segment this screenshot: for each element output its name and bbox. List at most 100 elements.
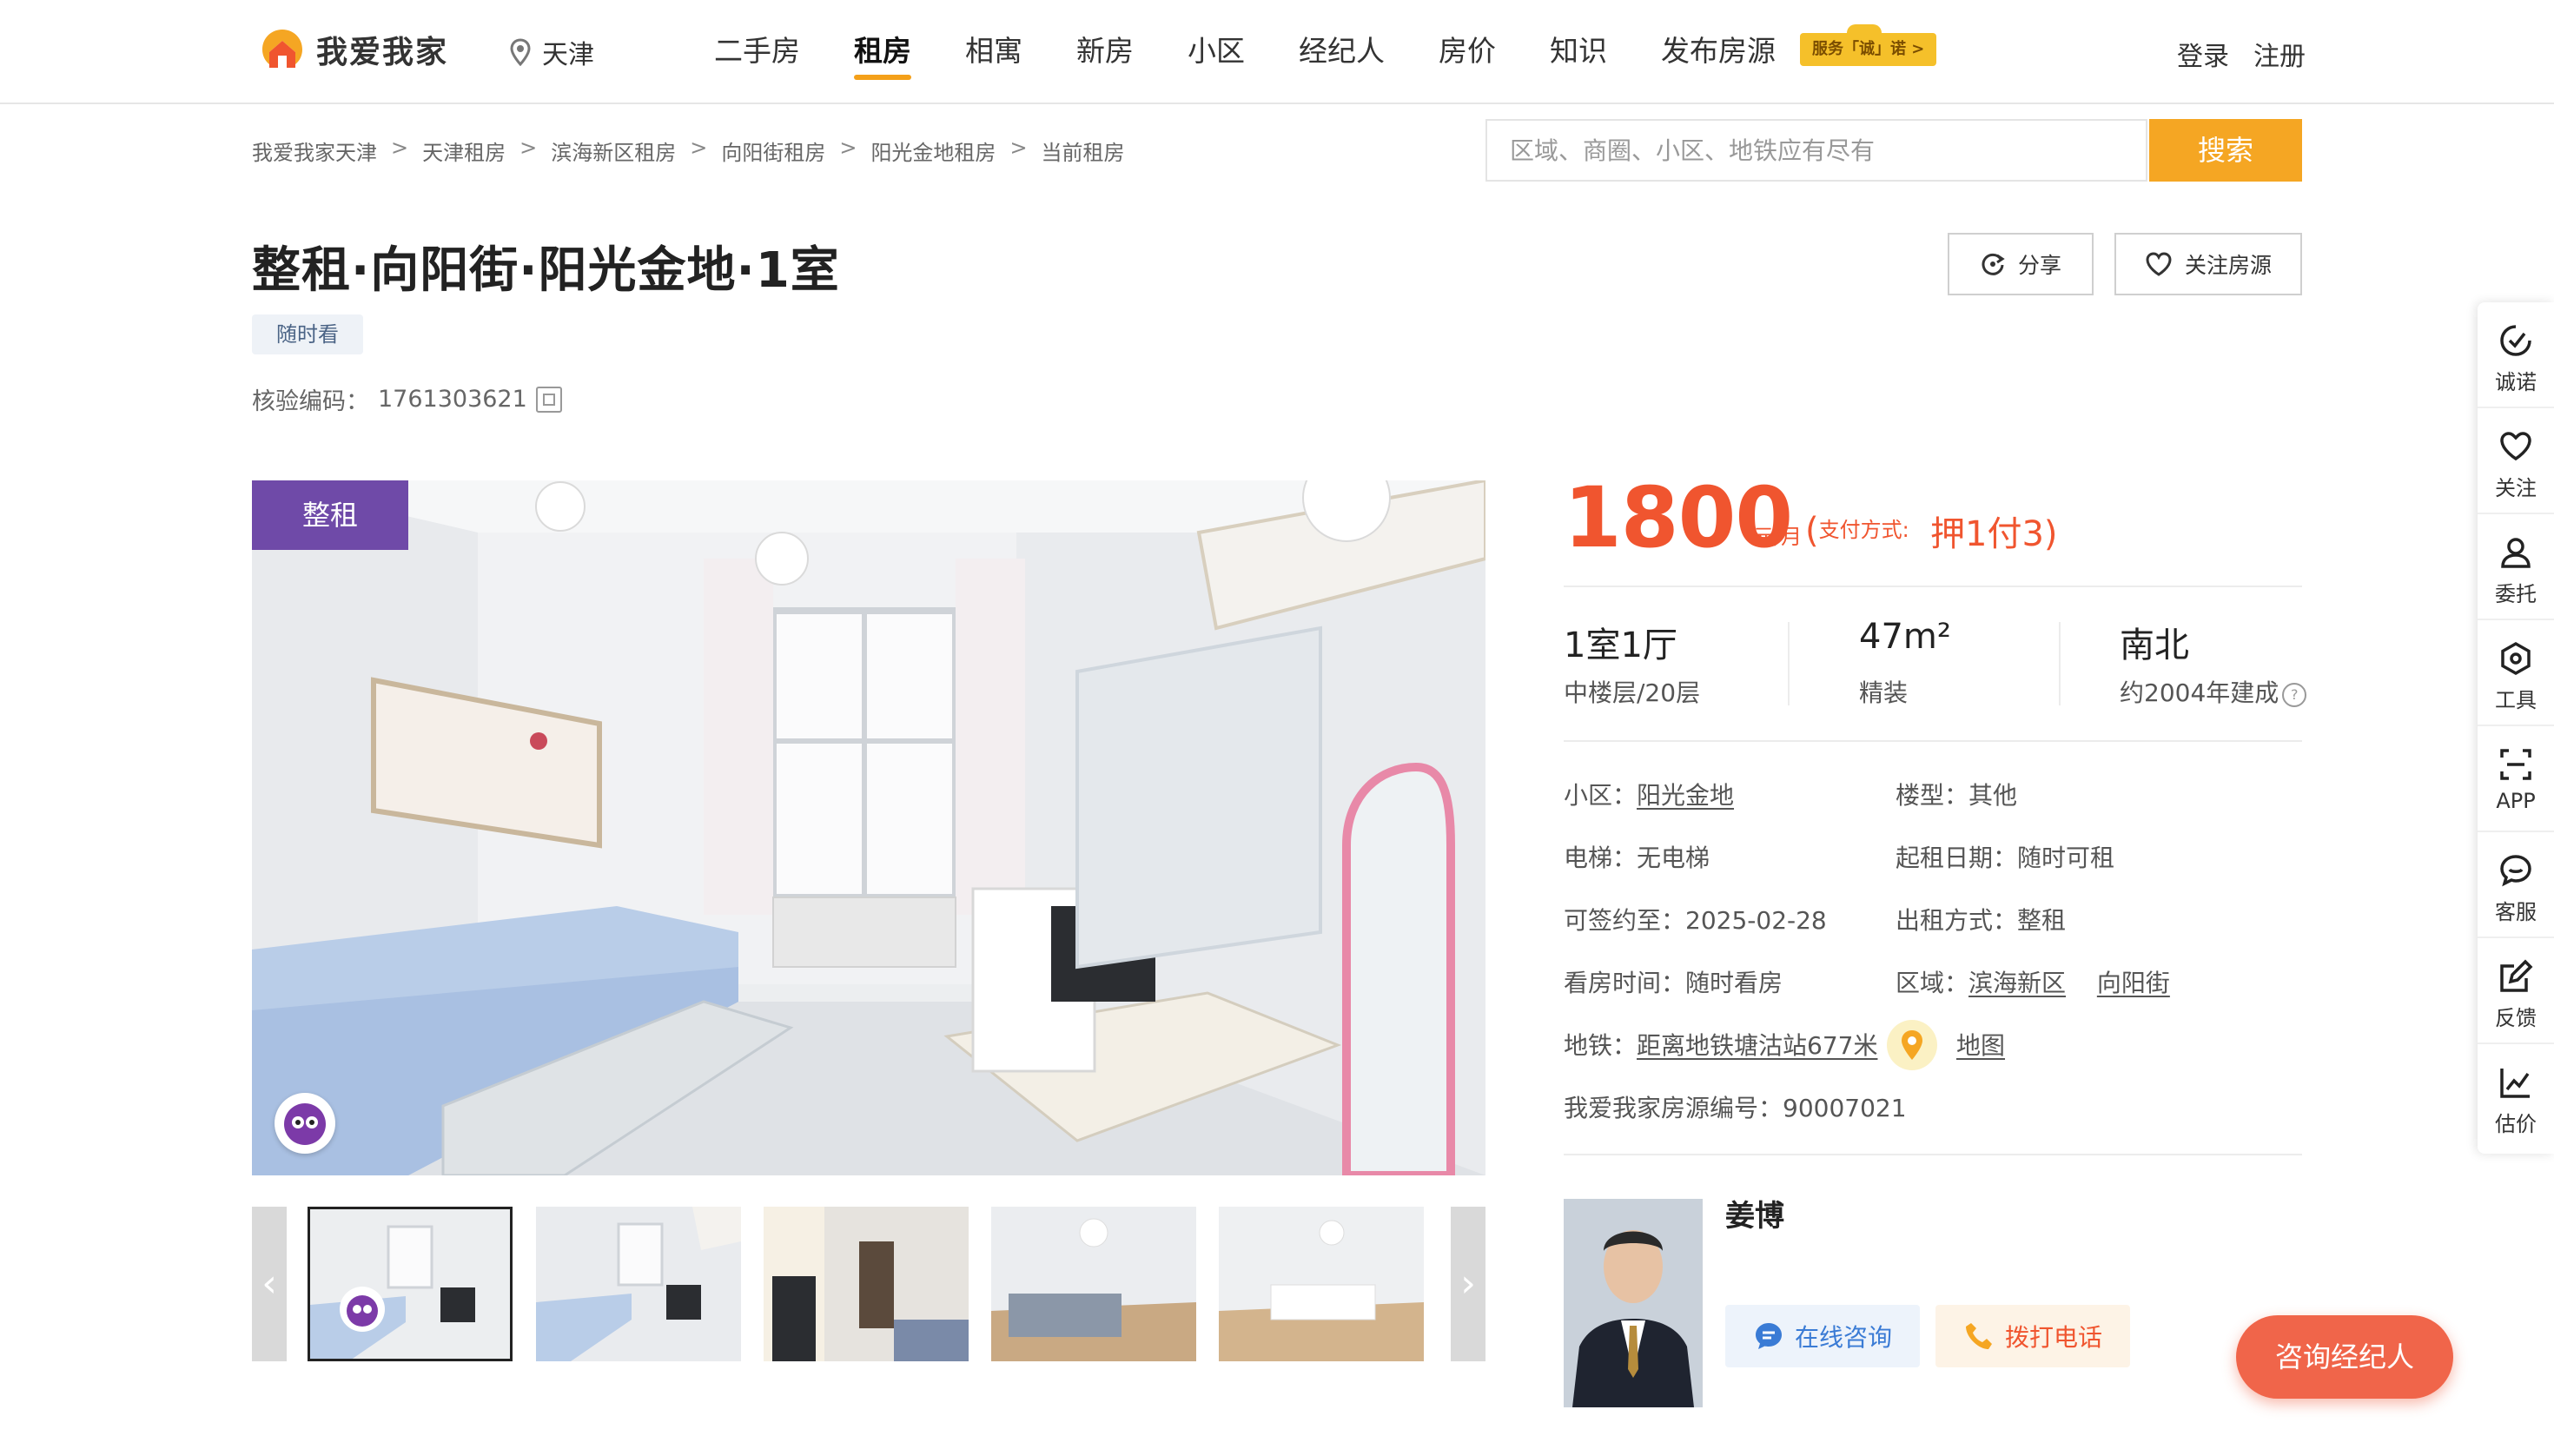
float-entrust[interactable]: 委托 [2478,514,2554,620]
right-float-toolbar: 诚诺 关注 委托 工具 APP 客服 反馈 估价 [2478,302,2554,1154]
customer-service-icon [2500,855,2531,887]
breadcrumb-home[interactable]: 我爱我家天津 [252,136,377,166]
vr-owl-icon[interactable] [275,1093,335,1154]
online-consult-button[interactable]: 在线咨询 [1725,1305,1920,1367]
map-link[interactable]: 地图 [1956,1027,2005,1062]
breadcrumb-separator: > [690,136,708,160]
nav-prices[interactable]: 房价 [1439,0,1496,103]
thumbnail-1[interactable] [308,1207,513,1361]
thumbnail-3[interactable] [764,1207,969,1361]
tools-icon [2501,641,2531,676]
breadcrumb-separator: > [391,136,409,160]
district-link[interactable]: 滨海新区 [1968,969,2066,997]
verify-code-row: 核验编码： 1761303621 [252,382,562,416]
main-room-photo[interactable] [252,480,1485,1175]
feedback-edit-icon [2500,959,2533,992]
follow-listing-button[interactable]: 关注房源 [2114,233,2302,295]
street-link[interactable]: 向阳街 [2097,969,2170,997]
search-box [1485,119,2147,182]
top-header: 我爱我家 天津 二手房 租房 相寓 新房 小区 经纪人 房价 知识 发布房源 服… [0,0,2554,104]
share-icon [1982,253,2005,275]
breadcrumb-street-rent[interactable]: 向阳街租房 [721,136,825,166]
sign-until-row: 可签约至：2025-02-28 [1564,906,1827,935]
district-row: 区域：滨海新区 向阳街 [1896,969,2170,997]
community-link[interactable]: 阳光金地 [1637,781,1734,810]
share-button[interactable]: 分享 [1948,233,2094,295]
thumbnail-5[interactable] [1219,1207,1424,1361]
search-input[interactable] [1487,121,2146,180]
float-feedback[interactable]: 反馈 [2478,938,2554,1044]
search-button[interactable]: 搜索 [2149,119,2302,182]
nav-rent[interactable]: 租房 [854,0,911,103]
community-row: 小区：阳光金地 [1564,781,1735,810]
call-agent-label: 拨打电话 [2004,1323,2102,1352]
payment-method-value: 押1付3) [1930,514,2058,554]
nav-new-homes[interactable]: 新房 [1076,0,1134,103]
follow-label: 关注房源 [2184,253,2272,278]
summary-divider [1564,740,2302,742]
heart-icon [2500,432,2531,461]
payment-method-label: (支付方式: [1805,511,1909,551]
nav-knowledge[interactable]: 知识 [1550,0,1607,103]
thumb-prev-arrow[interactable]: ‹ [252,1207,287,1361]
service-promise-badge[interactable]: 服务「诚」诺 > [1800,24,1937,66]
rent-price-unit: 元/月 [1753,525,1803,549]
subway-link[interactable]: 距离地铁塘沽站677米 [1637,1031,1877,1060]
city-selector[interactable]: 天津 [509,33,594,71]
float-tools[interactable]: 工具 [2478,620,2554,726]
register-link[interactable]: 注册 [2253,35,2306,73]
thumbnail-2[interactable] [536,1207,741,1361]
nav-publish[interactable]: 发布房源 [1661,0,1776,103]
share-label: 分享 [2017,253,2061,278]
subway-row: 地铁：距离地铁塘沽站677米 [1564,1031,1878,1060]
help-icon[interactable]: ? [2282,683,2307,707]
user-icon [2501,538,2531,568]
phone-icon [1965,1323,1992,1349]
verify-code-label: 核验编码： [252,388,369,415]
online-consult-label: 在线咨询 [1794,1323,1892,1352]
elevator-row: 电梯：无电梯 [1564,844,1710,872]
layout-value: 1室1厅 [1564,625,1677,665]
rent-price: 1800 [1564,469,1793,566]
float-promise[interactable]: 诚诺 [2478,302,2554,408]
float-service[interactable]: 客服 [2478,832,2554,938]
consult-agent-button[interactable]: 咨询经纪人 [2236,1315,2453,1399]
breadcrumb-district-rent[interactable]: 滨海新区租房 [551,136,676,166]
float-follow[interactable]: 关注 [2478,408,2554,514]
room-photo-illustration [252,480,1485,1175]
heart-icon [2146,252,2172,276]
chat-bubble-icon [1755,1323,1782,1349]
summary-separator [2059,622,2061,705]
float-valuation[interactable]: 估价 [2478,1044,2554,1150]
rent-mode-row: 出租方式：整租 [1896,906,2067,935]
breadcrumb-city-rent[interactable]: 天津租房 [422,136,506,166]
details-divider [1564,1154,2302,1155]
site-logo[interactable]: 我爱我家 [259,26,448,73]
price-divider [1564,586,2302,587]
map-pin-icon[interactable] [1887,1020,1937,1070]
call-agent-button[interactable]: 拨打电话 [1935,1305,2130,1367]
nav-xiangyu[interactable]: 相寓 [965,0,1022,103]
login-link[interactable]: 登录 [2177,35,2229,73]
viewing-time-row: 看房时间：随时看房 [1564,969,1783,997]
nav-second-hand[interactable]: 二手房 [714,0,800,103]
app-scan-icon [2500,749,2531,780]
chart-line-icon [2500,1069,2530,1098]
agent-avatar[interactable] [1564,1199,1703,1407]
floor-value: 中楼层/20层 [1564,678,1701,707]
nav-communities[interactable]: 小区 [1188,0,1245,103]
float-app[interactable]: APP [2478,726,2554,832]
anytime-viewing-tag: 随时看 [252,314,363,354]
thumb-next-arrow[interactable]: › [1451,1207,1485,1361]
summary-separator [1788,622,1790,705]
nav-agents[interactable]: 经纪人 [1299,0,1385,103]
building-type-row: 楼型：其他 [1896,781,2018,810]
thumbnail-4[interactable] [991,1207,1196,1361]
qr-code-icon[interactable] [535,386,562,413]
built-year-row: 约2004年建成? [2120,674,2307,709]
location-pin-icon [510,38,531,66]
breadcrumb-community-rent[interactable]: 阳光金地租房 [870,136,996,166]
agent-name: 姜博 [1725,1199,1784,1234]
area-value: 47m² [1859,617,1951,657]
logo-house-icon [259,26,306,73]
